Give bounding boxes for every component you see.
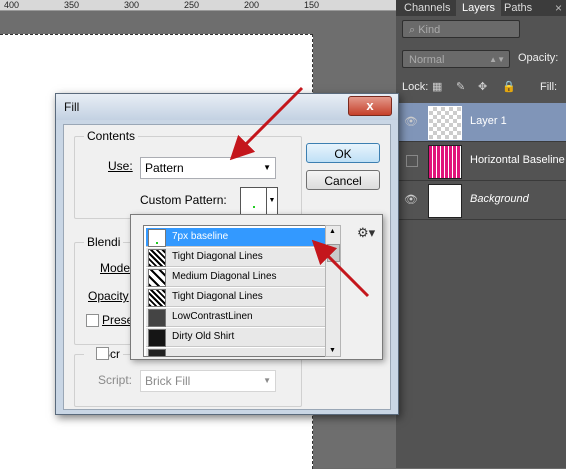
pattern-thumbnail (148, 269, 166, 287)
layer-row[interactable]: 👁 Layer 1 (396, 103, 566, 142)
layer-name[interactable]: Background (470, 193, 529, 205)
pattern-list-scrollbar[interactable]: ▲ ▼ (325, 225, 341, 357)
visibility-toggle[interactable] (406, 155, 418, 167)
chevron-down-icon: ▼ (263, 376, 271, 385)
pattern-name: Tight Diagonal Lines (172, 291, 263, 302)
pattern-preview-dot (253, 206, 255, 208)
search-icon: ⌕ (409, 24, 419, 36)
list-item[interactable]: 7px baseline (146, 228, 336, 247)
ruler: 400 350 300 250 200 150 (0, 0, 396, 11)
lock-move-icon[interactable]: ✥ (478, 80, 487, 93)
layer-name[interactable]: Layer 1 (470, 115, 507, 127)
layer-thumbnail (428, 106, 462, 140)
pattern-thumbnail (148, 249, 166, 267)
ok-button[interactable]: OK (306, 143, 380, 163)
blending-legend: Blendi (87, 235, 121, 249)
layer-name[interactable]: Horizontal Baseline (470, 154, 565, 166)
opacity-label: Opacity (88, 289, 129, 303)
pattern-name: Tight Diagonal Lines (172, 251, 263, 262)
pattern-name: 7px baseline (172, 231, 229, 242)
chevron-down-icon[interactable]: ▼ (266, 188, 277, 214)
custom-pattern-label: Custom Pattern: (140, 193, 227, 207)
preserve-transparency-checkbox[interactable] (86, 314, 99, 327)
list-item[interactable]: Tight Diagonal Lines (146, 248, 336, 267)
layers-panel: Channels Layers Paths × ⌕ Kind Normal ▲▼… (396, 0, 566, 468)
scroll-down-icon[interactable]: ▼ (329, 347, 336, 354)
use-label: Use: (108, 159, 133, 173)
pattern-picker-popup: 7px baseline Tight Diagonal Lines Medium… (130, 214, 383, 360)
lock-paint-icon[interactable]: ✎ (456, 80, 465, 93)
dialog-titlebar[interactable]: Fill x (56, 94, 398, 120)
gear-icon[interactable]: ⚙▾ (357, 225, 375, 241)
scrollbar-thumb[interactable] (327, 244, 340, 262)
chevron-down-icon: ▼ (263, 163, 271, 172)
pattern-thumbnail (148, 309, 166, 327)
pattern-list[interactable]: 7px baseline Tight Diagonal Lines Medium… (143, 225, 339, 357)
layer-thumbnail (428, 145, 462, 179)
pattern-name: LowContrastLinen (172, 311, 253, 322)
layer-thumbnail (428, 184, 462, 218)
close-icon[interactable]: × (555, 0, 562, 16)
ruler-tick-label: 200 (244, 0, 260, 10)
ruler-tick-label: 250 (184, 0, 200, 10)
custom-pattern-swatch[interactable]: ▼ (240, 187, 278, 215)
script-select[interactable]: Brick Fill ▼ (140, 370, 276, 392)
list-item[interactable] (146, 348, 336, 356)
opacity-label: Opacity: (518, 52, 559, 64)
lock-label: Lock: (402, 81, 429, 93)
preserve-label: Prese (102, 313, 134, 327)
ruler-tick-label: 300 (124, 0, 140, 10)
lock-all-icon[interactable]: 🔒 (502, 80, 516, 93)
cancel-button[interactable]: Cancel (306, 170, 380, 190)
pattern-name: Medium Diagonal Lines (172, 271, 277, 282)
pattern-thumbnail (148, 349, 166, 356)
ruler-tick-label: 400 (4, 0, 20, 10)
fill-label: Fill: (540, 81, 558, 93)
use-select[interactable]: Pattern ▼ (140, 157, 276, 179)
pattern-thumbnail (148, 329, 166, 347)
pattern-thumbnail (148, 229, 166, 247)
layer-row[interactable]: Horizontal Baseline (396, 142, 566, 181)
chevron-down-icon: ▲▼ (489, 55, 505, 64)
tab-channels[interactable]: Channels (398, 0, 456, 16)
scroll-up-icon[interactable]: ▲ (329, 228, 336, 235)
mode-label: Mode (100, 261, 131, 275)
panel-tab-bar: Channels Layers Paths × (396, 0, 566, 16)
close-button[interactable]: x (348, 96, 392, 116)
tab-layers[interactable]: Layers (456, 0, 502, 16)
pattern-thumbnail (148, 289, 166, 307)
list-item[interactable]: Tight Diagonal Lines (146, 288, 336, 307)
pattern-name: Dirty Old Shirt (172, 331, 235, 342)
ruler-tick-label: 350 (64, 0, 80, 10)
eye-icon[interactable]: 👁 (404, 193, 418, 207)
script-checkbox[interactable] (96, 347, 109, 360)
list-item[interactable]: Medium Diagonal Lines (146, 268, 336, 287)
dialog-title: Fill (64, 100, 80, 114)
list-item[interactable]: LowContrastLinen (146, 308, 336, 327)
blend-mode-select[interactable]: Normal ▲▼ (402, 50, 510, 68)
lock-transparent-icon[interactable]: ▦ (432, 80, 442, 93)
layer-row[interactable]: 👁 Background (396, 181, 566, 220)
tab-paths[interactable]: Paths (498, 0, 538, 16)
kind-filter[interactable]: ⌕ Kind (402, 20, 520, 38)
ruler-tick-label: 150 (304, 0, 320, 10)
contents-legend: Contents (87, 129, 136, 143)
script-label: Script: (98, 373, 133, 387)
list-item[interactable]: Dirty Old Shirt (146, 328, 336, 347)
eye-icon[interactable]: 👁 (404, 115, 418, 129)
